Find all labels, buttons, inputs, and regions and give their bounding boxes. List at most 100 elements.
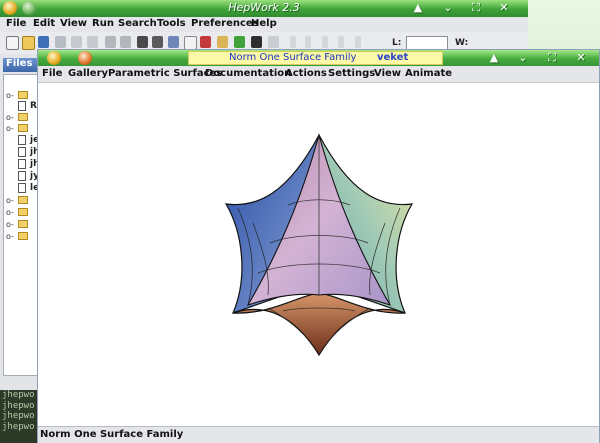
save-all-icon[interactable] [55, 36, 66, 48]
status-text: Norm One Surface Family [40, 429, 184, 440]
menu-settings[interactable]: Settings [328, 68, 375, 79]
expand-icon[interactable]: o- [6, 196, 14, 205]
expand-icon[interactable]: o- [6, 208, 14, 217]
outer-window-titlebar[interactable]: HepWork 2.3 ▲ ⌄ ⛶ ✕ [0, 0, 528, 17]
tree-item[interactable]: o- [4, 207, 39, 218]
window-title-tag: Norm One Surface Family veket [188, 51, 443, 65]
find-icon[interactable] [137, 36, 148, 48]
console-line: jhepwo [2, 390, 35, 400]
menu-run[interactable]: Run [92, 18, 114, 29]
menu-help[interactable]: Help [251, 18, 277, 29]
expand-icon[interactable]: o- [6, 124, 14, 133]
tree-item[interactable]: jy [4, 171, 39, 182]
tree-item[interactable]: o- [4, 231, 39, 242]
document-icon [18, 101, 26, 111]
expand-icon[interactable]: o- [6, 232, 14, 241]
redo-icon[interactable] [120, 36, 131, 48]
up-arrow-icon[interactable]: ▲ [410, 1, 426, 15]
menu-documentation[interactable]: Documentation [205, 68, 291, 79]
expand-icon[interactable]: o- [6, 91, 14, 100]
file-browser-panel: Files o- R o- o- je jh jh jy le o- o- o-… [0, 54, 40, 443]
tree-item[interactable]: o- [4, 195, 39, 206]
menu-animate[interactable]: Animate [405, 68, 452, 79]
window-title: HepWork 2.3 [228, 1, 300, 14]
document-icon [18, 135, 26, 145]
copy-icon[interactable] [184, 36, 197, 50]
files-tab[interactable]: Files [3, 58, 38, 72]
up-arrow-icon[interactable]: ▲ [486, 51, 502, 65]
replace-icon[interactable] [168, 36, 179, 48]
console-line: jhepwo [2, 421, 35, 432]
maximize-icon[interactable]: ⛶ [468, 1, 484, 15]
tree-item[interactable]: R [4, 101, 39, 112]
maximize-icon[interactable]: ⛶ [544, 51, 560, 65]
close-icon[interactable]: ✕ [573, 51, 589, 65]
run-icon[interactable] [234, 36, 245, 48]
tree-item[interactable]: o- [4, 112, 39, 123]
menu-file[interactable]: File [42, 68, 62, 79]
inner-menubar: File Gallery Parametric Surfaces Documen… [38, 66, 599, 83]
open-folder-icon[interactable] [22, 36, 35, 50]
document-icon [18, 159, 26, 169]
window-tag-label: veket [377, 52, 409, 63]
tree-item[interactable]: o- [4, 219, 39, 230]
console-line: jhepwo [2, 411, 35, 421]
menu-actions[interactable]: Actions [285, 68, 327, 79]
l-label: L: [392, 38, 402, 48]
app-menu-icon[interactable] [3, 1, 17, 15]
menu-file[interactable]: File [6, 18, 26, 29]
expand-icon[interactable]: o- [6, 113, 14, 122]
disabled-tool-icon-5 [355, 36, 361, 48]
print-icon[interactable] [87, 36, 98, 48]
close-file-icon[interactable] [71, 36, 82, 48]
stop-icon[interactable] [268, 36, 279, 48]
tree-item[interactable]: o- [4, 123, 39, 134]
menu-gallery[interactable]: Gallery [68, 68, 108, 79]
disabled-tool-icon-1 [290, 36, 296, 48]
expand-icon[interactable]: o- [6, 220, 14, 229]
inner-window-titlebar[interactable]: Norm One Surface Family veket ▲ ⌄ ⛶ ✕ [38, 50, 599, 66]
minimize-chevron-icon[interactable]: ⌄ [440, 1, 456, 15]
folder-icon [18, 113, 28, 121]
undo-icon[interactable] [105, 36, 116, 48]
tree-item[interactable]: le [4, 183, 39, 194]
folder-icon [18, 196, 28, 204]
tree-item[interactable]: o- [4, 90, 39, 101]
document-icon [18, 171, 26, 181]
document-icon [18, 183, 26, 193]
paste-icon[interactable] [217, 36, 228, 48]
disabled-tool-icon-4 [338, 36, 344, 48]
close-icon[interactable]: ✕ [496, 1, 512, 15]
menu-tools[interactable]: Tools [157, 18, 186, 29]
java-app-icon [78, 51, 92, 65]
folder-icon [18, 91, 28, 99]
w-label: W: [455, 38, 469, 48]
file-tree[interactable]: o- R o- o- je jh jh jy le o- o- o- o- [3, 74, 40, 376]
console-output: jhepwo jhepwo jhepwo jhepwo [0, 390, 38, 443]
menu-edit[interactable]: Edit [33, 18, 55, 29]
minimize-chevron-icon[interactable]: ⌄ [515, 51, 531, 65]
window-app-icon [22, 1, 36, 15]
menu-view[interactable]: View [60, 18, 87, 29]
folder-icon [18, 220, 28, 228]
l-input[interactable] [406, 36, 448, 50]
new-file-icon[interactable] [6, 36, 19, 50]
menu-preferences[interactable]: Preferences [191, 18, 259, 29]
find-next-icon[interactable] [152, 36, 163, 48]
status-bar: Norm One Surface Family [38, 426, 599, 443]
terminal-icon[interactable] [251, 36, 262, 48]
tree-item[interactable]: jh [4, 159, 40, 170]
surface-viewer-window: Norm One Surface Family veket ▲ ⌄ ⛶ ✕ Fi… [37, 49, 600, 443]
tree-item[interactable]: jh [4, 147, 40, 158]
surface-canvas[interactable] [38, 83, 599, 426]
save-icon[interactable] [38, 36, 49, 48]
document-icon [18, 147, 26, 157]
cut-icon[interactable] [200, 36, 211, 48]
app-menu-icon[interactable] [47, 51, 61, 65]
tree-item[interactable]: je [4, 135, 39, 146]
menu-view[interactable]: View [374, 68, 401, 79]
disabled-tool-icon-3 [322, 36, 328, 48]
folder-icon [18, 124, 28, 132]
menu-search[interactable]: Search [118, 18, 157, 29]
folder-icon [18, 232, 28, 240]
